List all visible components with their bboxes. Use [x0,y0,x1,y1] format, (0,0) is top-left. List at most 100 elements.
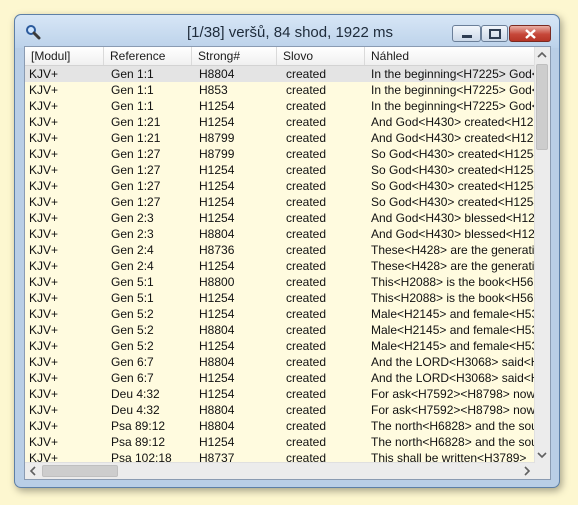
table-row[interactable]: KJV+ Gen 1:27 H1254 created So God<H430> cre… [25,194,535,210]
table-row[interactable]: KJV+ Gen 1:27 H8799 created So God<H430> cre… [25,146,535,162]
cell-reference: Gen 2:4 [111,259,154,273]
cell-modul: KJV+ [29,99,59,113]
cell-slovo: created [286,179,327,193]
column-header-modul[interactable]: [Modul] [25,47,104,65]
cell-reference: Gen 5:2 [111,307,154,321]
cell-nahled: So God<H430> created<H1254> [371,147,535,161]
table-row[interactable]: KJV+ Gen 1:1 H8804 created In the beginning<… [25,66,535,82]
cell-modul: KJV+ [29,259,59,273]
close-button[interactable] [509,25,551,42]
table-row[interactable]: KJV+ Gen 5:2 H1254 created Male<H2145> and f… [25,338,535,354]
cell-strong: H8800 [199,275,235,289]
table-row[interactable]: KJV+ Gen 5:2 H8804 created Male<H2145> and f… [25,322,535,338]
cell-reference: Gen 1:1 [111,83,154,97]
cell-modul: KJV+ [29,83,59,97]
scroll-left-arrow-icon[interactable] [26,464,40,478]
cell-nahled: So God<H430> created<H1254> [371,195,535,209]
cell-strong: H8804 [199,323,235,337]
vertical-scroll-thumb[interactable] [536,64,548,150]
cell-slovo: created [286,195,327,209]
horizontal-scroll-thumb[interactable] [42,465,118,477]
table-row[interactable]: KJV+ Gen 2:4 H1254 created These<H428> are t… [25,258,535,274]
cell-modul: KJV+ [29,291,59,305]
maximize-button[interactable] [481,25,508,42]
table-row[interactable]: KJV+ Gen 1:21 H1254 created And God<H430> cr… [25,114,535,130]
cell-reference: Gen 1:27 [111,195,161,209]
cell-slovo: created [286,291,327,305]
cell-strong: H1254 [199,371,235,385]
cell-nahled: And the LORD<H3068> said<H559> [371,355,535,369]
cell-reference: Gen 1:21 [111,115,161,129]
cell-modul: KJV+ [29,435,59,449]
cell-reference: Gen 2:3 [111,211,154,225]
table-row[interactable]: KJV+ Gen 6:7 H8804 created And the LORD<H306… [25,354,535,370]
cell-strong: H1254 [199,211,235,225]
cell-modul: KJV+ [29,323,59,337]
table-row[interactable]: KJV+ Deu 4:32 H8804 created For ask<H7592><H… [25,402,535,418]
cell-reference: Gen 1:1 [111,99,154,113]
cell-nahled: Male<H2145> and female<H5347> [371,307,535,321]
table-row[interactable]: KJV+ Gen 1:27 H1254 created So God<H430> cre… [25,162,535,178]
cell-strong: H8804 [199,419,235,433]
cell-nahled: The north<H6828> and the south [371,435,535,449]
cell-strong: H1254 [199,195,235,209]
cell-modul: KJV+ [29,275,59,289]
cell-modul: KJV+ [29,403,59,417]
cell-strong: H1254 [199,99,235,113]
scroll-right-arrow-icon[interactable] [520,464,534,478]
table-row[interactable]: KJV+ Gen 1:1 H853 created In the beginning<H… [25,82,535,98]
close-icon [525,29,536,39]
column-header-reference[interactable]: Reference [104,47,192,65]
table-row[interactable]: KJV+ Gen 2:3 H1254 created And God<H430> ble… [25,210,535,226]
cell-slovo: created [286,99,327,113]
scroll-up-arrow-icon[interactable] [535,48,549,62]
cell-slovo: created [286,339,327,353]
table-row[interactable]: KJV+ Gen 5:1 H1254 created This<H2088> is th… [25,290,535,306]
scroll-down-arrow-icon[interactable] [535,448,549,462]
minimize-button[interactable] [452,25,481,42]
cell-reference: Gen 5:1 [111,275,154,289]
cell-modul: KJV+ [29,131,59,145]
cell-slovo: created [286,435,327,449]
cell-slovo: created [286,323,327,337]
cell-modul: KJV+ [29,211,59,225]
cell-modul: KJV+ [29,339,59,353]
table-row[interactable]: KJV+ Gen 2:4 H8736 created These<H428> are t… [25,242,535,258]
column-header-strong[interactable]: Strong# [192,47,277,65]
cell-strong: H1254 [199,339,235,353]
cell-reference: Gen 6:7 [111,371,154,385]
cell-strong: H1254 [199,307,235,321]
table-row[interactable]: KJV+ Gen 2:3 H8804 created And God<H430> ble… [25,226,535,242]
table-row[interactable]: KJV+ Gen 5:2 H1254 created Male<H2145> and f… [25,306,535,322]
column-header-nahled[interactable]: Náhled [365,47,535,65]
cell-modul: KJV+ [29,179,59,193]
cell-reference: Gen 1:27 [111,147,161,161]
cell-slovo: created [286,67,327,81]
cell-nahled: And God<H430> created<H1254> [371,115,535,129]
vertical-scrollbar[interactable] [534,47,550,463]
cell-modul: KJV+ [29,147,59,161]
cell-reference: Gen 1:27 [111,179,161,193]
cell-nahled: And God<H430> created<H1254> [371,131,535,145]
table-row[interactable]: KJV+ Gen 1:1 H1254 created In the beginning<… [25,98,535,114]
cell-slovo: created [286,259,327,273]
cell-nahled: So God<H430> created<H1254> [371,179,535,193]
table-row[interactable]: KJV+ Deu 4:32 H1254 created For ask<H7592><H… [25,386,535,402]
table-row[interactable]: KJV+ Psa 89:12 H8804 created The north<H6828… [25,418,535,434]
table-row[interactable]: KJV+ Psa 89:12 H1254 created The north<H6828… [25,434,535,450]
cell-reference: Gen 5:1 [111,291,154,305]
cell-strong: H1254 [199,435,235,449]
scrollbar-corner [535,463,550,479]
results-rows: KJV+ Gen 1:1 H8804 created In the beginning<… [25,66,535,463]
table-row[interactable]: KJV+ Gen 5:1 H8800 created This<H2088> is th… [25,274,535,290]
cell-nahled: For ask<H7592><H8798> now [371,387,535,401]
cell-slovo: created [286,403,327,417]
cell-modul: KJV+ [29,419,59,433]
table-row[interactable]: KJV+ Gen 1:21 H8799 created And God<H430> cr… [25,130,535,146]
column-header-slovo[interactable]: Slovo [277,47,365,65]
table-row[interactable]: KJV+ Gen 6:7 H1254 created And the LORD<H306… [25,370,535,386]
table-row[interactable]: KJV+ Gen 1:27 H1254 created So God<H430> cre… [25,178,535,194]
title-bar[interactable]: [1/38] veršů, 84 shod, 1922 ms [15,15,559,48]
search-results-window: [1/38] veršů, 84 shod, 1922 ms [Modul] R… [14,14,560,488]
horizontal-scrollbar[interactable] [25,462,535,479]
